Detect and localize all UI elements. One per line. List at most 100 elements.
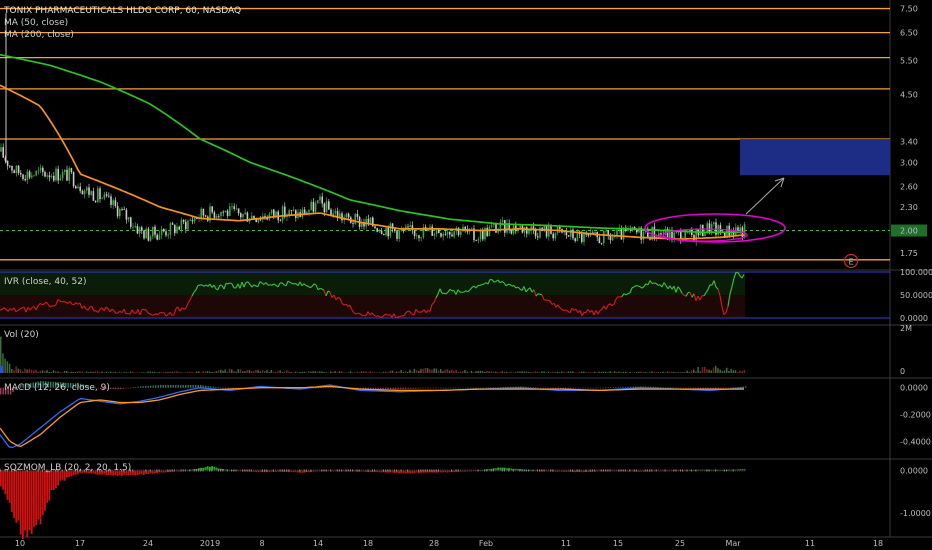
squeeze-momentum-bar xyxy=(48,470,51,501)
squeeze-dot xyxy=(385,469,387,472)
price-tick-label: 2.30 xyxy=(900,203,918,212)
macd-histogram-bar xyxy=(180,385,182,388)
volume-bar xyxy=(367,372,369,373)
volume-bar xyxy=(103,372,105,373)
ivr-line-segment xyxy=(561,309,565,312)
candle-body xyxy=(453,231,455,237)
ivr-line-segment xyxy=(305,284,309,287)
candle-body xyxy=(636,229,638,233)
squeeze-dot xyxy=(228,469,230,472)
volume-bar xyxy=(162,372,165,373)
volume-bar xyxy=(633,372,636,373)
squeeze-dot xyxy=(248,469,250,472)
macd-tick-label: -0.2000 xyxy=(900,411,931,420)
squeeze-dot xyxy=(466,469,468,472)
squeeze-dot xyxy=(611,469,613,472)
candle-body xyxy=(180,220,183,230)
macd-histogram-bar xyxy=(120,387,122,390)
volume-bar xyxy=(138,372,141,373)
candle-body xyxy=(231,206,233,208)
candle-body xyxy=(684,231,686,239)
volume-bar xyxy=(226,371,229,373)
squeeze-dot xyxy=(360,469,362,472)
volume-bar xyxy=(440,368,442,373)
target-zone-group xyxy=(740,138,890,176)
macd-histogram-bar xyxy=(540,387,542,389)
candle-body xyxy=(244,212,246,215)
macd-histogram-bar xyxy=(122,387,124,389)
squeeze-dot xyxy=(536,469,538,472)
volume-bar xyxy=(35,369,37,373)
volume-bar xyxy=(165,371,167,373)
time-tick-label: 11 xyxy=(561,539,571,548)
squeeze-momentum-bar xyxy=(35,470,37,526)
squeeze-dot xyxy=(198,469,200,472)
macd-histogram-bar xyxy=(677,387,679,389)
ivr-line-segment xyxy=(313,283,317,286)
candle-body xyxy=(378,230,381,232)
candle-body xyxy=(79,186,81,191)
candle-body xyxy=(583,233,585,242)
squeeze-dot xyxy=(473,469,475,472)
volume-bar xyxy=(70,371,72,373)
ivr-line-segment xyxy=(0,308,3,311)
squeeze-dot xyxy=(420,469,422,472)
macd-histogram-bar xyxy=(380,387,382,390)
candle-body xyxy=(504,220,506,233)
volume-bar xyxy=(292,372,295,373)
volume-bar xyxy=(558,372,561,373)
macd-histogram-bar xyxy=(0,387,2,395)
time-tick-label: Mar xyxy=(725,539,741,548)
squeeze-dot xyxy=(257,469,259,472)
squeeze-momentum-bar xyxy=(30,470,33,534)
ivr-low-band xyxy=(0,295,745,318)
volume-bar xyxy=(668,371,671,373)
volume-bar xyxy=(330,371,332,373)
volume-bar xyxy=(28,368,31,373)
macd-histogram-bar xyxy=(385,387,387,390)
squeeze-dot xyxy=(598,469,600,472)
macd-histogram-bar xyxy=(397,387,399,390)
volume-bar xyxy=(275,372,277,373)
volume-bar xyxy=(193,372,196,374)
volume-bar xyxy=(550,372,552,373)
squeeze-dot xyxy=(244,469,246,472)
macd-histogram-bar xyxy=(630,386,632,388)
volume-bar xyxy=(596,372,598,373)
volume-bar xyxy=(13,370,15,373)
volume-bar xyxy=(99,372,101,373)
candle-body xyxy=(9,165,11,167)
volume-bar xyxy=(187,372,189,373)
macd-histogram-bar xyxy=(570,387,572,389)
macd-histogram-bar xyxy=(160,385,162,388)
volume-bar xyxy=(662,371,664,373)
ivr-line-segment xyxy=(407,310,411,313)
candle-body xyxy=(310,201,312,210)
volume-bar xyxy=(695,371,697,373)
squeeze-dot xyxy=(140,469,142,472)
candle-body xyxy=(187,220,189,230)
volume-bar xyxy=(217,370,220,373)
volume-bar xyxy=(204,371,207,373)
squeeze-dot xyxy=(710,469,712,472)
candle-body xyxy=(325,201,328,213)
squeeze-dot xyxy=(679,469,681,472)
candle-body xyxy=(152,226,154,237)
candle-body xyxy=(94,200,97,202)
volume-bar xyxy=(180,372,182,373)
volume-bar xyxy=(387,372,389,373)
volume-bar xyxy=(699,371,702,373)
candle-body xyxy=(451,234,453,237)
macd-histogram-bar xyxy=(467,387,469,389)
macd-histogram-bar xyxy=(167,385,169,388)
candle-body xyxy=(594,231,596,234)
squeeze-dot xyxy=(618,469,620,472)
volume-bar xyxy=(684,372,686,373)
squeeze-dot xyxy=(173,469,175,472)
volume-bar xyxy=(246,370,248,373)
squeeze-dot xyxy=(211,469,213,472)
volume-bar xyxy=(424,368,427,373)
volume-bar xyxy=(578,371,581,373)
volume-bar xyxy=(451,369,453,373)
volume-bar xyxy=(294,371,297,373)
